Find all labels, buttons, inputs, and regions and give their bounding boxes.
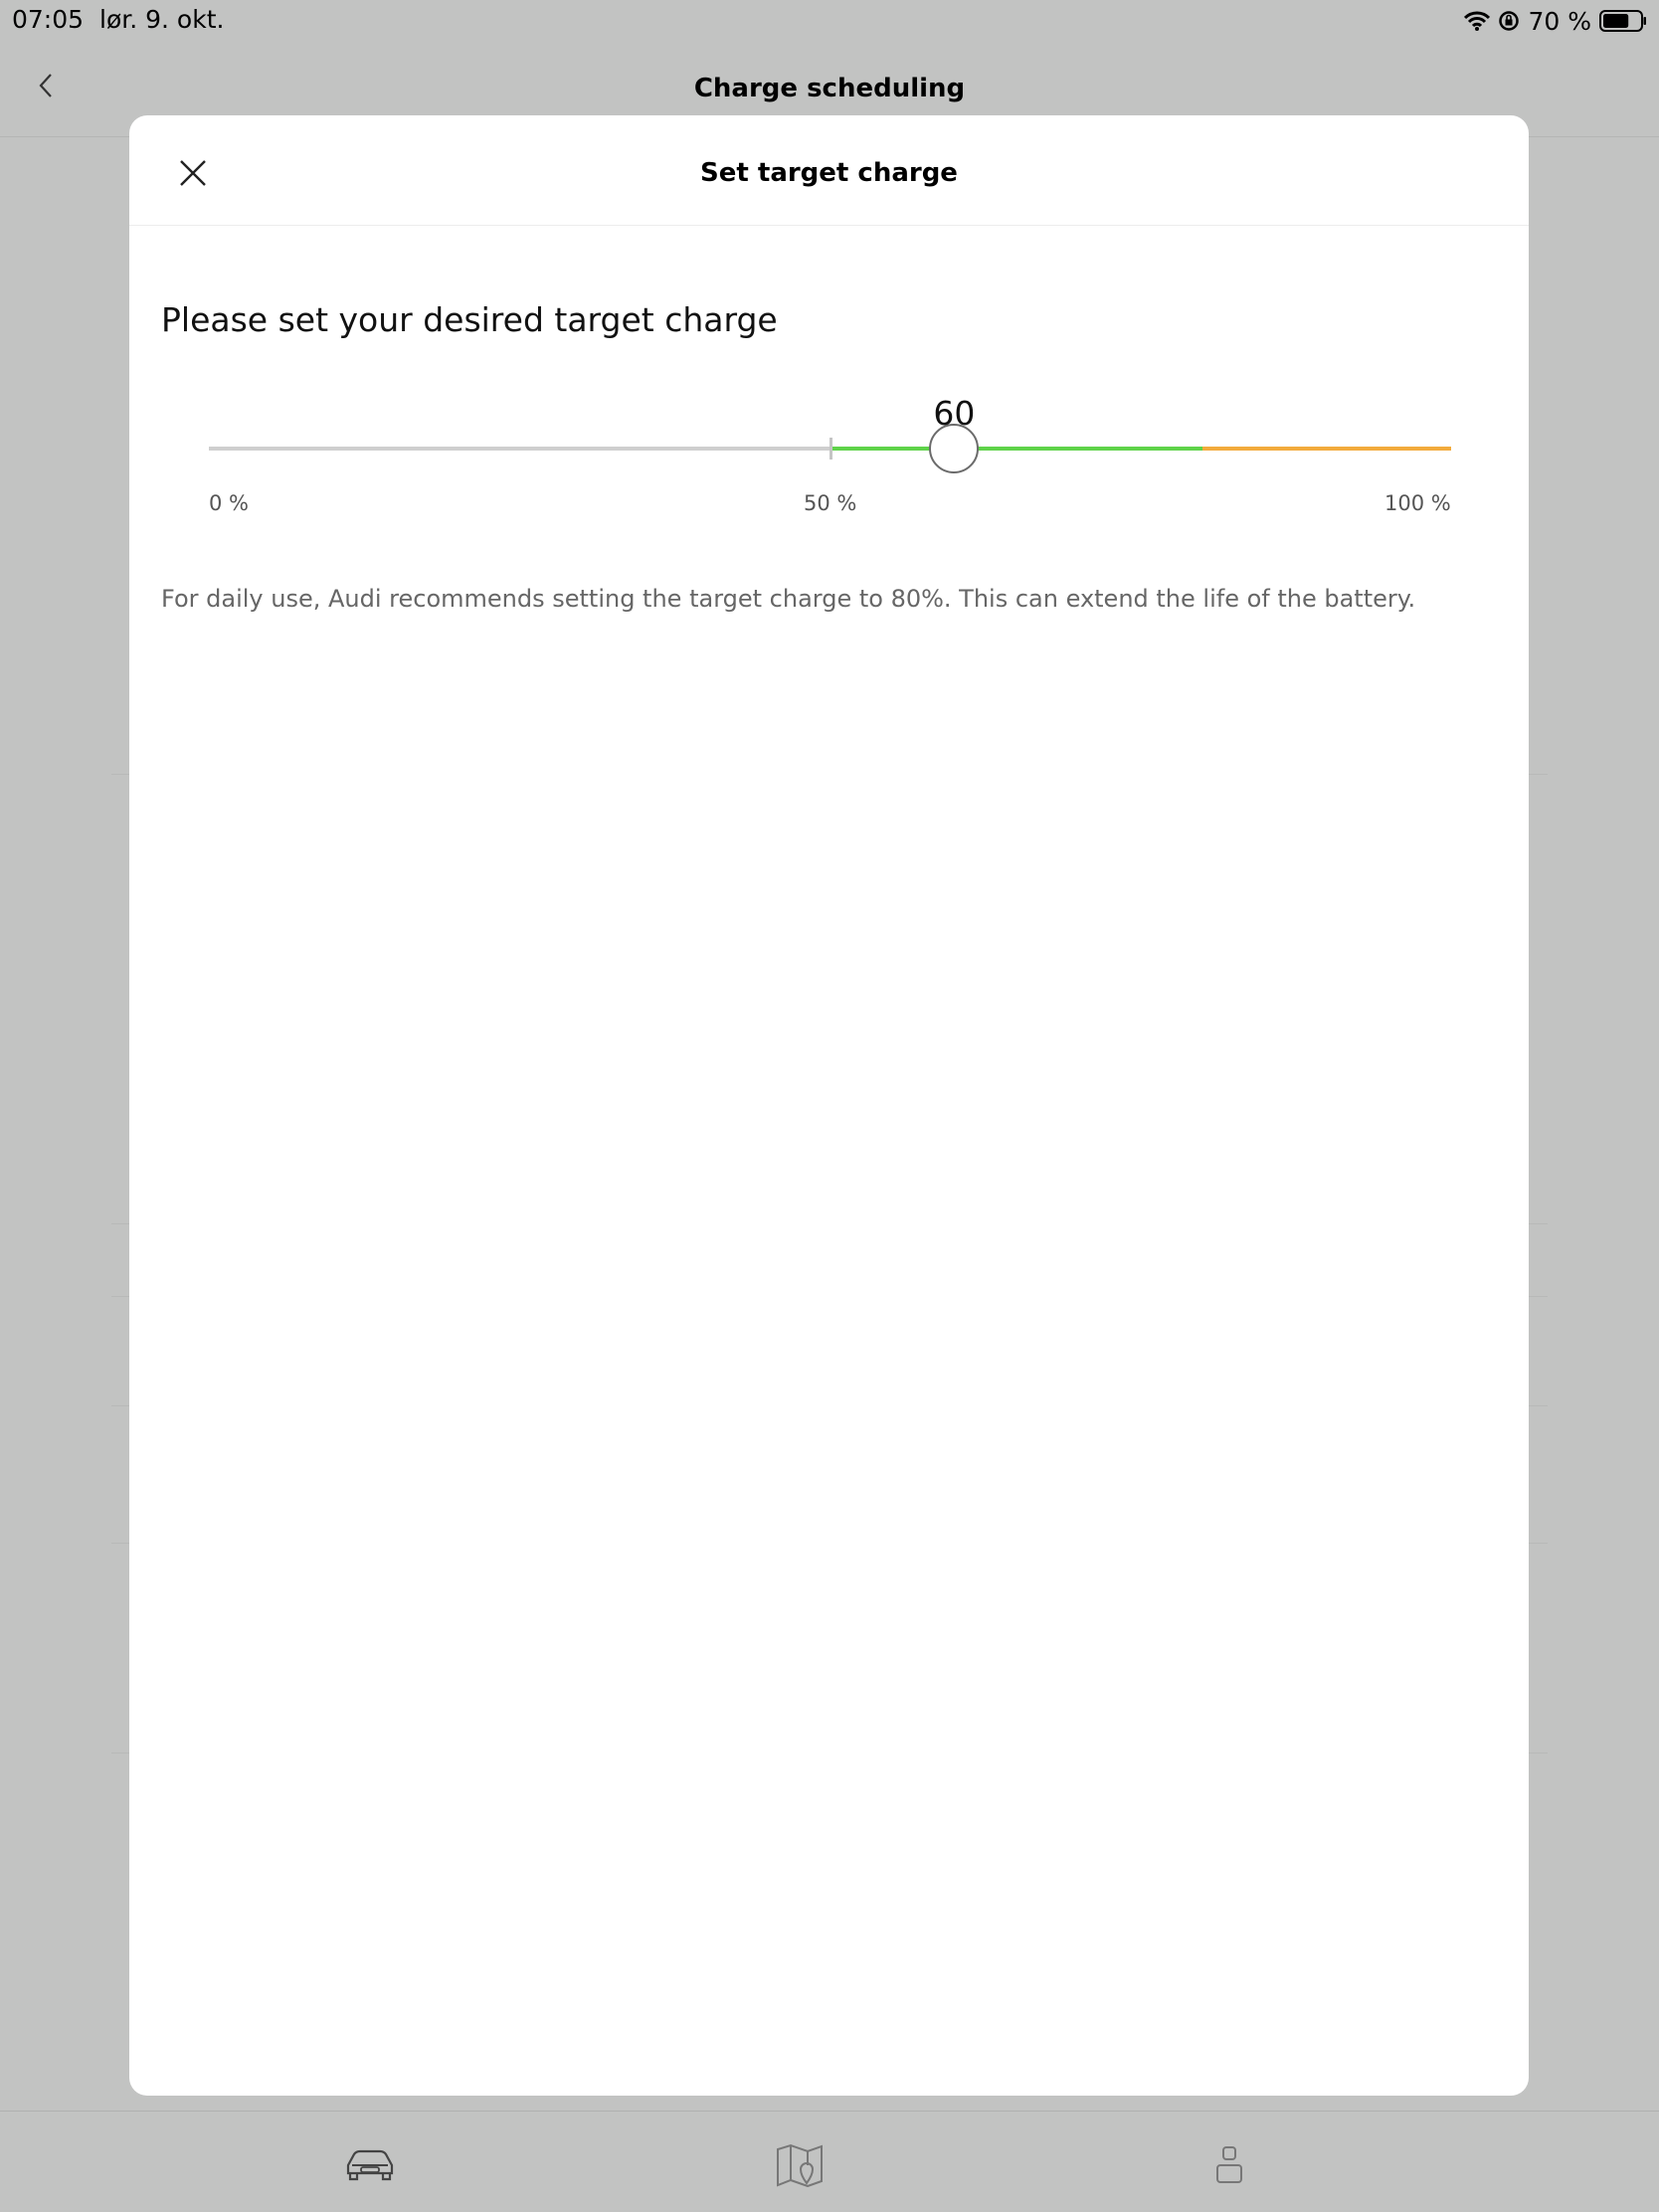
tab-vehicle[interactable]: [340, 2141, 400, 2189]
map-icon: [777, 2143, 823, 2187]
slider-track-low: [209, 447, 830, 451]
recommendation-text: For daily use, Audi recommends setting t…: [161, 585, 1416, 613]
slider-track-high: [1202, 447, 1451, 451]
wifi-icon: [1464, 11, 1491, 31]
status-indicators: 70 %: [1464, 5, 1647, 37]
battery-percent: 70 %: [1528, 6, 1591, 36]
slider-mid-label: 50 %: [804, 491, 857, 515]
battery-icon: [1599, 10, 1647, 32]
slider-threshold-tick: [829, 438, 832, 460]
target-charge-slider[interactable]: 60 0 % 50 % 100 %: [209, 394, 1451, 515]
nav-title: Charge scheduling: [693, 74, 966, 103]
slider-max-label: 100 %: [1384, 491, 1451, 515]
tab-bar: [0, 2111, 1659, 2212]
tab-profile[interactable]: [1199, 2141, 1259, 2189]
modal-header: Set target charge: [129, 115, 1529, 226]
target-charge-prompt: Please set your desired target charge: [161, 300, 778, 339]
status-time: 07:05: [12, 5, 85, 34]
target-charge-modal: Set target charge Please set your desire…: [129, 115, 1529, 2096]
slider-track-recommended: [830, 447, 1203, 451]
profile-icon: [1216, 2146, 1242, 2183]
status-date: lør. 9. okt.: [99, 5, 225, 34]
status-bar: 07:05 lør. 9. okt. 70 %: [0, 0, 1659, 40]
modal-title: Set target charge: [700, 158, 958, 188]
rotation-lock-icon: [1498, 10, 1520, 32]
car-icon: [346, 2149, 394, 2181]
tab-map[interactable]: [770, 2141, 830, 2189]
slider-thumb[interactable]: [929, 424, 980, 473]
slider-min-label: 0 %: [209, 491, 249, 515]
